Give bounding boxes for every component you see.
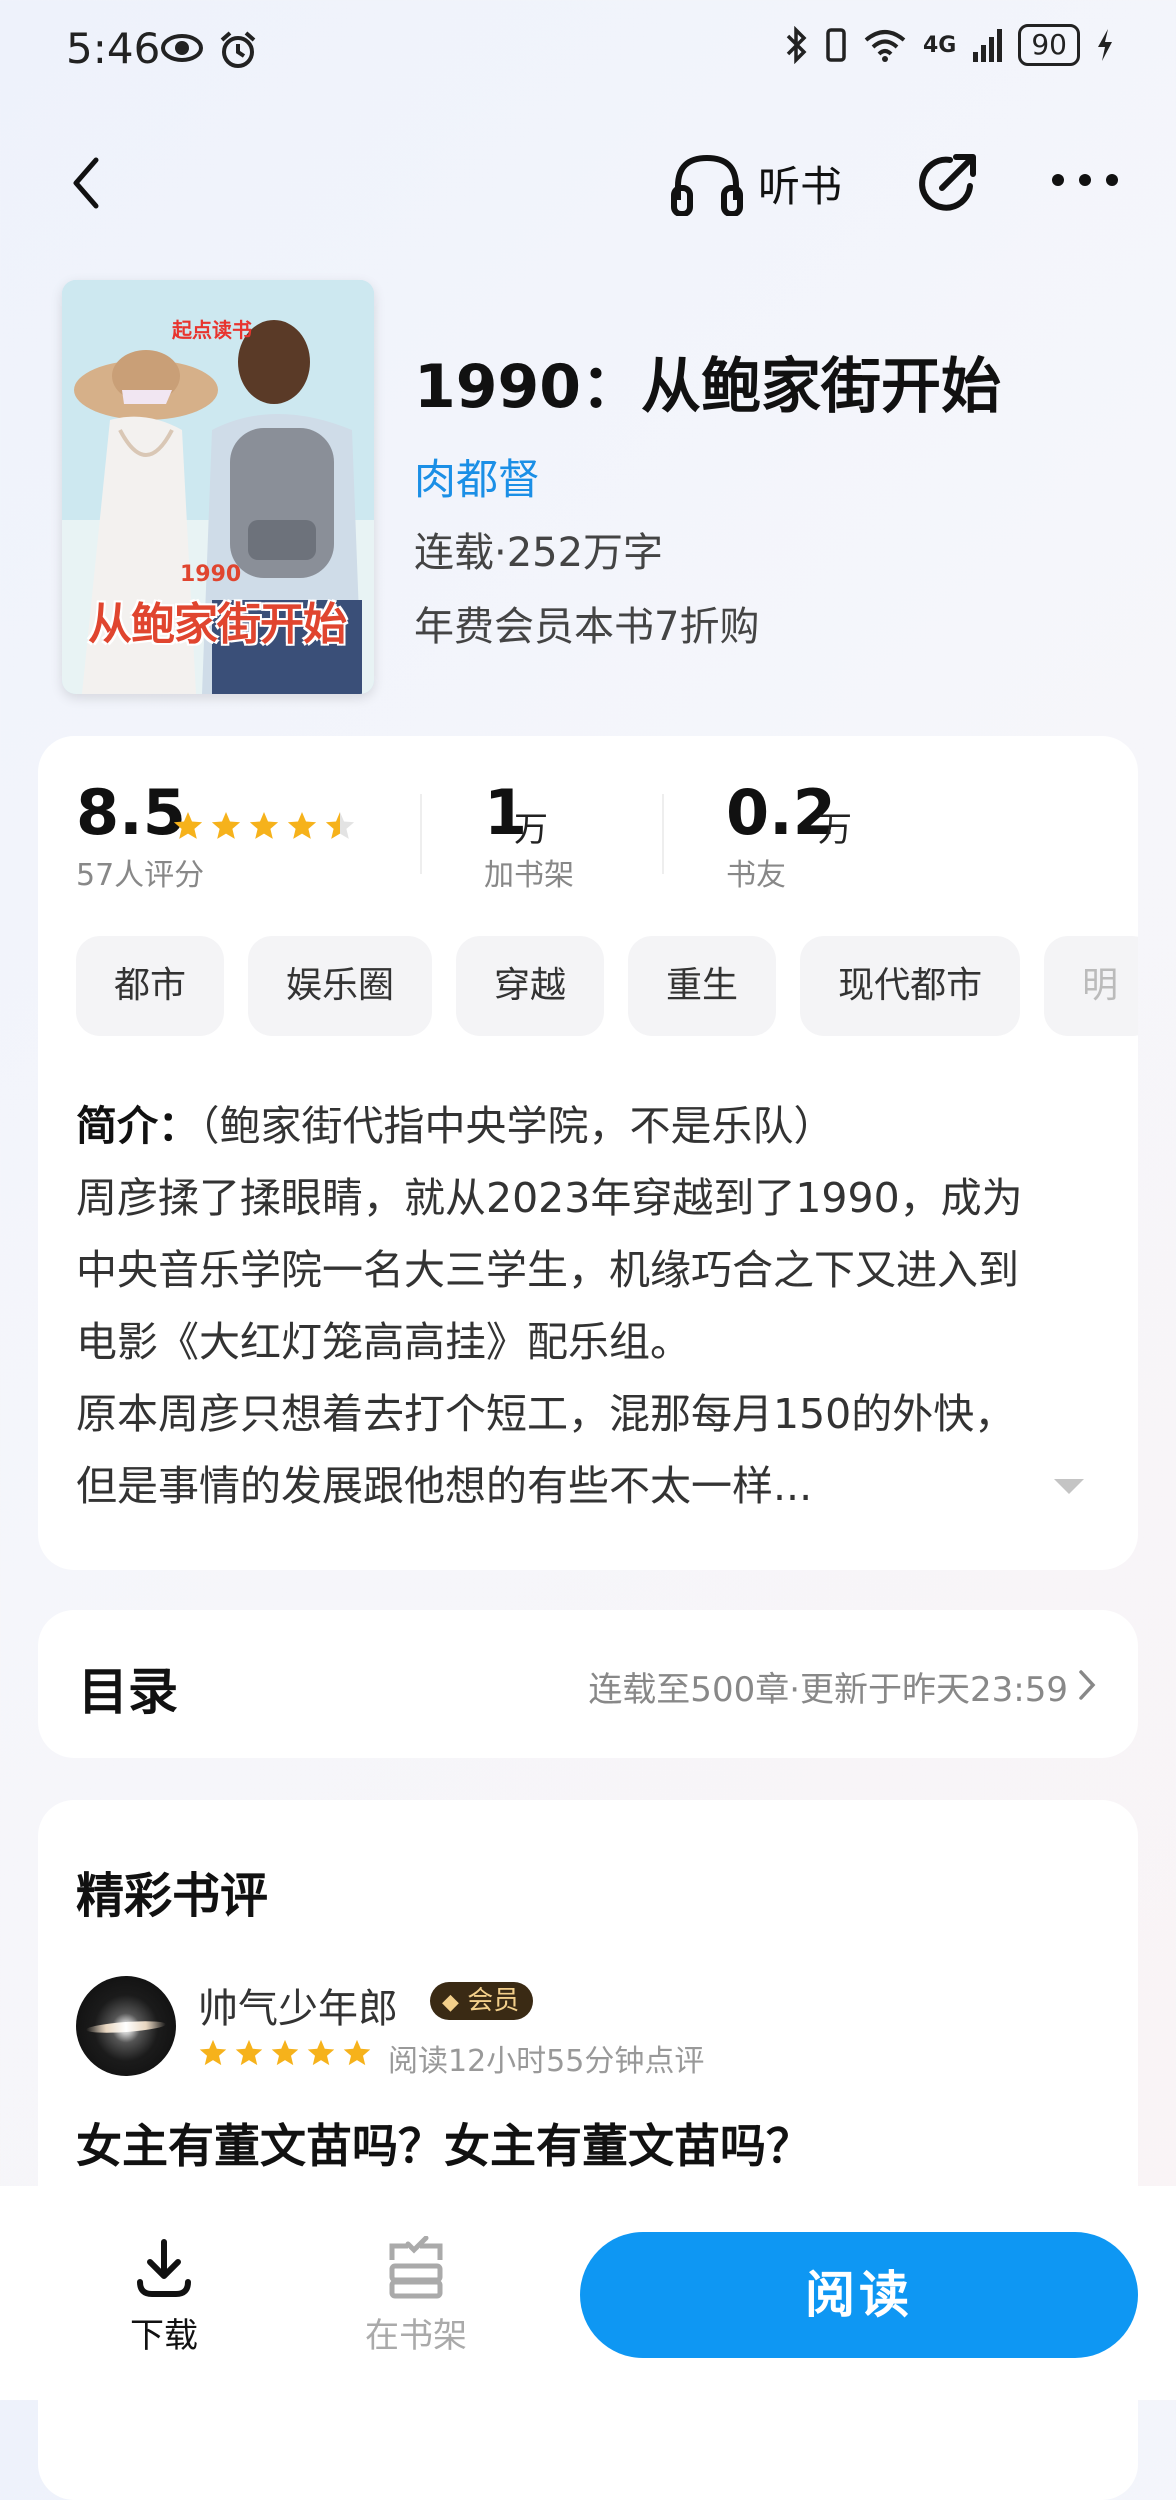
battery-indicator: 90 — [1018, 24, 1080, 66]
share-button[interactable] — [912, 148, 982, 218]
book-info-card: 8.5 57人评分 1 万 加书架 0.2 万 书友 都市 娱乐圈 穿越 重生 … — [38, 736, 1138, 1570]
intro-label: 简介： — [76, 1102, 199, 1150]
fans-unit: 万 — [818, 810, 852, 850]
star-icon — [211, 812, 241, 839]
review-title[interactable]: 女主有董文苗吗？女主有董文苗吗？ — [76, 2110, 812, 2176]
star-icon — [307, 2039, 335, 2066]
toc-title: 目录 — [78, 1663, 178, 1721]
star-icon — [271, 2039, 299, 2066]
vip-offer[interactable]: 年费会员本书7折购 — [414, 594, 759, 652]
intro-line: 电影《大红灯笼高高挂》配乐组。 — [76, 1318, 691, 1366]
avatar[interactable] — [76, 1976, 176, 2076]
more-dots-icon — [1052, 174, 1118, 186]
book-intro[interactable]: 简介：（鲍家街代指中央学院，不是乐队） 周彦揉了揉眼睛，就从2023年穿越到了1… — [76, 1090, 1116, 1522]
intro-line: 原本周彦只想着去打个短工，混那每月150的外快， — [76, 1390, 1016, 1438]
vip-badge-label: 会员 — [467, 1986, 520, 2016]
tag-chip[interactable]: 穿越 — [456, 936, 605, 1036]
tag-chip[interactable]: 娱乐圈 — [248, 936, 433, 1036]
tag-chip[interactable]: 现代都市 — [800, 936, 1021, 1036]
listen-label: 听书 — [758, 161, 843, 211]
status-time: 5:46 — [66, 24, 161, 73]
star-icon — [199, 2039, 227, 2066]
shelf-label: 加书架 — [484, 858, 574, 893]
bookshelf-button[interactable]: 在书架 — [356, 2235, 476, 2357]
tag-chip[interactable]: 都市 — [76, 936, 225, 1036]
review-stars — [198, 2038, 372, 2068]
star-icon — [173, 812, 203, 839]
star-icon — [249, 812, 279, 839]
bluetooth-icon — [786, 26, 807, 64]
bookshelf-check-icon — [389, 2235, 443, 2299]
star-icon — [287, 812, 317, 839]
back-button[interactable] — [62, 148, 112, 218]
book-title: 1990：从鲍家街开始 — [414, 352, 1001, 422]
stat-divider — [420, 794, 422, 874]
signal-icon — [973, 29, 1003, 62]
status-right: 4G 90 — [785, 24, 1114, 66]
cover-brand: 起点读书 — [172, 318, 252, 342]
book-meta: 连载·252万字 — [414, 530, 664, 576]
vibrate-icon — [826, 28, 846, 62]
book-author-link[interactable]: 肉都督 — [414, 446, 540, 507]
star-icon — [235, 2039, 263, 2066]
download-button[interactable]: 下载 — [114, 2236, 214, 2357]
rating-stars — [172, 810, 356, 842]
toc-status: 连载至500章·更新于昨天23:59 — [588, 1670, 1068, 1710]
stat-divider — [662, 794, 664, 874]
reviews-title: 精彩书评 — [76, 1868, 269, 1924]
toc-card[interactable]: 目录 连载至500章·更新于昨天23:59 — [38, 1610, 1138, 1758]
book-cover[interactable]: 起点读书 1990 从鲍家街开始 — [62, 280, 374, 694]
intro-line: 中央音乐学院一名大三学生，机缘巧合之下又进入到 — [76, 1246, 1019, 1294]
eye-icon — [161, 34, 203, 62]
vip-badge-icon: ◆ — [442, 1990, 459, 2015]
share-icon — [919, 154, 976, 211]
expand-caret-icon[interactable] — [1052, 1476, 1086, 1496]
download-icon — [137, 2239, 191, 2297]
shelf-unit: 万 — [514, 810, 548, 850]
download-label: 下载 — [130, 2316, 198, 2356]
rating-score: 8.5 — [76, 776, 186, 849]
read-button[interactable]: 阅读 — [580, 2232, 1138, 2358]
status-left-icons — [160, 30, 258, 70]
intro-line: （鲍家街代指中央学院，不是乐队） — [199, 1102, 835, 1150]
cover-title: 从鲍家街开始 — [88, 599, 347, 650]
back-arrow-icon — [73, 157, 99, 209]
star-icon — [325, 812, 355, 839]
star-icon — [343, 2039, 371, 2066]
bottom-action-bar: 下载 在书架 阅读 — [0, 2186, 1176, 2400]
wifi-icon — [864, 30, 906, 62]
headphones-icon — [671, 154, 743, 216]
listen-button[interactable]: 听书 — [670, 150, 842, 216]
fans-label: 书友 — [726, 858, 786, 893]
intro-line: 但是事情的发展跟他想的有些不太一样... — [76, 1462, 813, 1510]
intro-line: 周彦揉了揉眼睛，就从2023年穿越到了1990，成为 — [76, 1174, 1023, 1222]
vip-badge: ◆ 会员 — [430, 1982, 534, 2020]
tag-chip[interactable]: 重生 — [628, 936, 777, 1036]
review-meta: 阅读12小时55分钟点评 — [388, 2044, 705, 2079]
network-type: 4G — [922, 32, 957, 58]
tag-chip[interactable]: 明 — [1044, 936, 1138, 1036]
cover-year: 1990 — [180, 562, 242, 587]
alarm-icon — [220, 31, 256, 68]
chevron-right-icon — [1079, 1670, 1096, 1700]
rating-count: 57人评分 — [76, 858, 205, 893]
bookshelf-label: 在书架 — [365, 2316, 467, 2356]
more-button[interactable] — [1048, 160, 1122, 200]
review-username[interactable]: 帅气少年郎 — [198, 1976, 398, 2034]
charging-icon — [1098, 29, 1112, 61]
tag-list: 都市 娱乐圈 穿越 重生 现代都市 明 — [76, 936, 1138, 1036]
